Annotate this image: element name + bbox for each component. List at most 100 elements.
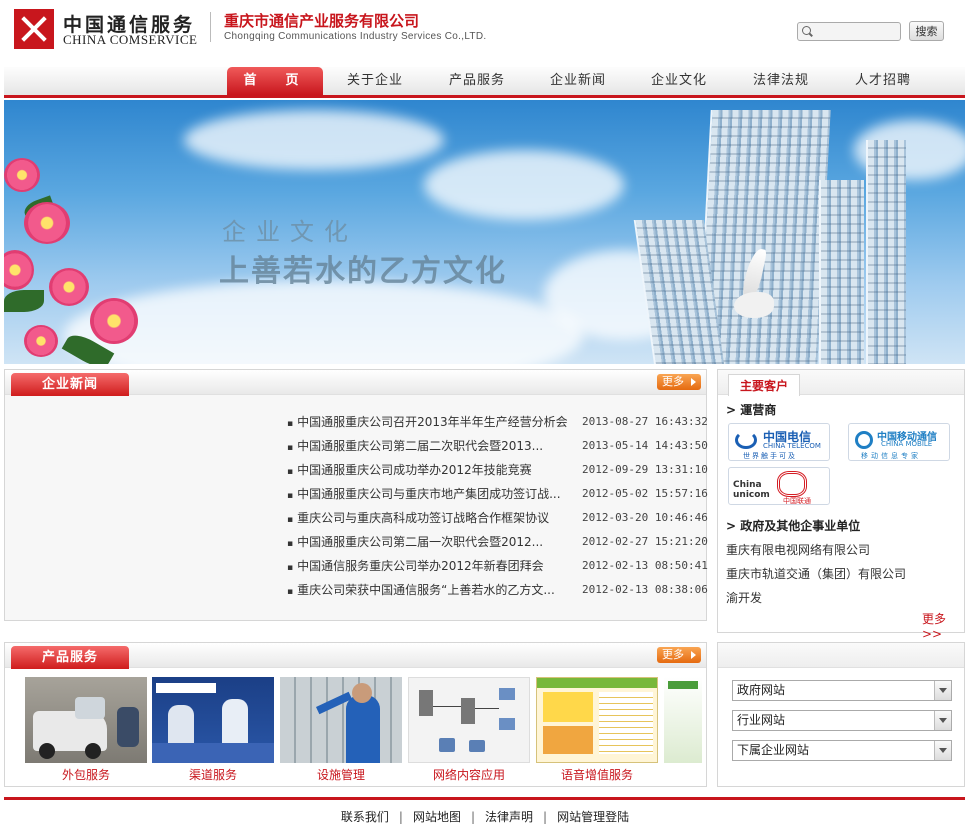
select-value: 行业网站 bbox=[737, 713, 786, 727]
outsourcing-photo-icon bbox=[25, 677, 147, 763]
news-item-date: 2012-09-29 13:31:10 bbox=[582, 463, 708, 476]
china-mobile-slogan: 移动信息专家 bbox=[861, 452, 921, 460]
news-item[interactable]: 重庆公司荣获中国通信服务“上善若水的乙方文... 2012-02-13 08:38… bbox=[287, 578, 708, 604]
banner-slogan: 上善若水的乙方文化 bbox=[219, 254, 507, 289]
product-facility[interactable]: 设施管理 bbox=[280, 677, 402, 783]
news-item[interactable]: 中国通服重庆公司第二届一次职代会暨2012... 2012-02-27 15:21… bbox=[287, 530, 708, 556]
news-panel: 企业新闻 更多 中国通服重庆公司召开2013年半年生产经营分析会 2013-08-… bbox=[4, 369, 708, 621]
banner-subtitle: 企业文化 bbox=[222, 218, 358, 246]
news-item-title[interactable]: 中国通信服务重庆公司举办2012年新春团拜会 bbox=[287, 554, 567, 580]
product-label: 渠道服务 bbox=[188, 768, 237, 782]
product-label: 设施管理 bbox=[316, 768, 365, 782]
brand-name-en: CHINA COMSERVICE bbox=[63, 32, 198, 47]
product-outsourcing[interactable]: 外包服务 bbox=[25, 677, 147, 783]
footer-links: 联系我们 | 网站地图 | 法律声明 | 网站管理登陆 bbox=[340, 810, 630, 824]
dove-image bbox=[734, 292, 774, 318]
news-item[interactable]: 中国通信服务重庆公司举办2012年新春团拜会 2012-02-13 08:50:4… bbox=[287, 554, 708, 580]
nav-law[interactable]: 法律法规 bbox=[733, 67, 829, 95]
china-comservice-logo-icon[interactable] bbox=[14, 9, 54, 49]
nav-culture[interactable]: 企业文化 bbox=[631, 67, 727, 95]
company-name-cn: 重庆市通信产业服务有限公司 bbox=[224, 12, 420, 30]
header: 中国通信服务 CHINA COMSERVICE 重庆市通信产业服务有限公司 Ch… bbox=[0, 0, 970, 66]
search-button[interactable]: 搜索 bbox=[909, 21, 944, 41]
main-nav: 首 页 关于企业 产品服务 企业新闻 企业文化 法律法规 人才招聘 bbox=[4, 67, 965, 98]
products-more-button[interactable]: 更多 bbox=[657, 647, 701, 663]
news-item-date: 2012-02-13 08:38:06 bbox=[582, 583, 708, 596]
customer-link[interactable]: 重庆市轨道交通（集团）有限公司 bbox=[726, 565, 906, 582]
nav-careers[interactable]: 人才招聘 bbox=[835, 67, 931, 95]
industry-sites-select[interactable]: 行业网站 bbox=[732, 710, 952, 731]
news-item-date: 2013-08-27 16:43:32 bbox=[582, 415, 708, 428]
footer-divider bbox=[4, 797, 965, 800]
product-label: 外包服务 bbox=[61, 768, 110, 782]
china-unicom-name-en: China unicom bbox=[733, 480, 770, 500]
products-panel: 产品服务 更多 外包服务 渠道服务 设施管理 网络内容应用 语音增值服务 bbox=[4, 642, 707, 787]
china-telecom-en: CHINA TELECOM bbox=[763, 442, 821, 450]
news-item-title[interactable]: 重庆公司与重庆高科成功签订战略合作框架协议 bbox=[287, 506, 567, 532]
select-value: 下属企业网站 bbox=[737, 743, 810, 757]
voice-web-screenshot-icon bbox=[536, 677, 658, 763]
china-telecom-logo[interactable]: 中国电信 CHINA TELECOM 世界触手可及 bbox=[728, 423, 830, 461]
footer-link-sitemap[interactable]: 网站地图 bbox=[413, 810, 461, 824]
operators-heading: 運营商 bbox=[726, 401, 776, 418]
gov-heading: 政府及其他企事业单位 bbox=[726, 517, 860, 534]
select-value: 政府网站 bbox=[737, 683, 786, 697]
news-item-title[interactable]: 中国通服重庆公司第二届一次职代会暨2012... bbox=[287, 530, 567, 556]
news-item-title[interactable]: 重庆公司荣获中国通信服务“上善若水的乙方文... bbox=[287, 578, 567, 604]
product-partial[interactable] bbox=[664, 677, 702, 763]
china-unicom-knot-icon bbox=[777, 471, 807, 497]
news-item[interactable]: 中国通服重庆公司与重庆市地产集团成功签订战... 2012-05-02 15:57… bbox=[287, 482, 708, 508]
subsidiary-sites-select[interactable]: 下属企业网站 bbox=[732, 740, 952, 761]
chevron-down-icon bbox=[934, 711, 951, 730]
nav-news[interactable]: 企业新闻 bbox=[530, 67, 626, 95]
network-diagram-icon bbox=[408, 677, 530, 763]
china-telecom-slogan: 世界触手可及 bbox=[743, 452, 797, 460]
product-network-content[interactable]: 网络内容应用 bbox=[408, 677, 530, 783]
china-mobile-icon bbox=[855, 431, 873, 449]
chevron-down-icon bbox=[934, 741, 951, 760]
nav-about[interactable]: 关于企业 bbox=[327, 67, 423, 95]
search-icon bbox=[802, 26, 811, 35]
customer-link[interactable]: 渝开发 bbox=[726, 589, 762, 606]
china-unicom-logo[interactable]: China unicom 中国联通 bbox=[728, 467, 830, 505]
footer-link-legal[interactable]: 法律声明 bbox=[485, 810, 533, 824]
china-telecom-icon bbox=[735, 431, 757, 449]
gov-sites-select[interactable]: 政府网站 bbox=[732, 680, 952, 701]
hero-banner: 企业文化 上善若水的乙方文化 bbox=[4, 100, 965, 364]
nav-home[interactable]: 首 页 bbox=[227, 67, 323, 95]
channel-photo-icon bbox=[152, 677, 274, 763]
news-item[interactable]: 中国通服重庆公司召开2013年半年生产经营分析会 2013-08-27 16:43… bbox=[287, 410, 708, 436]
news-item-date: 2013-05-14 14:43:50 bbox=[582, 439, 708, 452]
news-item-date: 2012-05-02 15:57:16 bbox=[582, 487, 708, 500]
customers-section-title: 主要客户 bbox=[728, 374, 800, 396]
news-item-date: 2012-02-13 08:50:41 bbox=[582, 559, 708, 572]
news-item[interactable]: 重庆公司与重庆高科成功签订战略合作框架协议 2012-03-20 10:46:46 bbox=[287, 506, 708, 532]
product-label: 网络内容应用 bbox=[432, 768, 505, 782]
news-item-title[interactable]: 中国通服重庆公司与重庆市地产集团成功签订战... bbox=[287, 482, 567, 508]
customers-more-link[interactable]: 更多>> bbox=[922, 610, 964, 641]
news-item-title[interactable]: 中国通服重庆公司成功举办2012年技能竞赛 bbox=[287, 458, 567, 484]
china-mobile-logo[interactable]: 中国移动通信 CHINA MOBILE 移动信息专家 bbox=[848, 423, 950, 461]
news-item[interactable]: 中国通服重庆公司第二届二次职代会暨2013... 2013-05-14 14:43… bbox=[287, 434, 708, 460]
news-item-date: 2012-03-20 10:46:46 bbox=[582, 511, 708, 524]
news-item-title[interactable]: 中国通服重庆公司召开2013年半年生产经营分析会 bbox=[287, 410, 567, 436]
company-name-en: Chongqing Communications Industry Servic… bbox=[224, 31, 487, 42]
news-section-title: 企业新闻 bbox=[11, 373, 129, 396]
product-channel[interactable]: 渠道服务 bbox=[152, 677, 274, 783]
customers-panel: 主要客户 運营商 中国电信 CHINA TELECOM 世界触手可及 中国移动通… bbox=[717, 369, 965, 641]
news-item[interactable]: 中国通服重庆公司成功举办2012年技能竞赛 2012-09-29 13:31:10 bbox=[287, 458, 708, 484]
footer-link-contact[interactable]: 联系我们 bbox=[341, 810, 389, 824]
footer-link-admin-login[interactable]: 网站管理登陆 bbox=[557, 810, 629, 824]
china-mobile-en: CHINA MOBILE bbox=[881, 440, 933, 448]
search-input[interactable] bbox=[797, 22, 901, 41]
news-item-title[interactable]: 中国通服重庆公司第二届二次职代会暨2013... bbox=[287, 434, 567, 460]
product-label: 语音增值服务 bbox=[560, 768, 633, 782]
news-more-button[interactable]: 更多 bbox=[657, 374, 701, 390]
customer-link[interactable]: 重庆有限电视网络有限公司 bbox=[726, 541, 870, 558]
product-voice-vas[interactable]: 语音增值服务 bbox=[536, 677, 658, 783]
news-item-date: 2012-02-27 15:21:20 bbox=[582, 535, 708, 548]
chevron-down-icon bbox=[934, 681, 951, 700]
products-section-title: 产品服务 bbox=[11, 646, 129, 669]
nav-products[interactable]: 产品服务 bbox=[429, 67, 525, 95]
china-unicom-name-cn: 中国联通 bbox=[783, 497, 811, 505]
